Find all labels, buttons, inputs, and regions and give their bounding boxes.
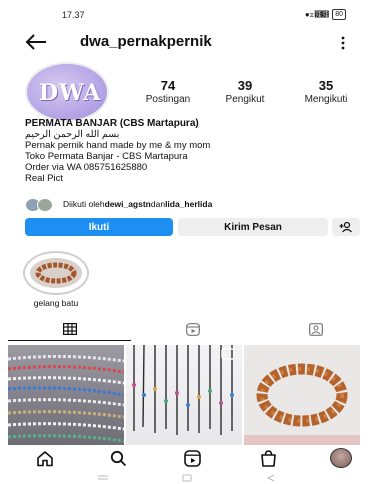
profile-bio: PERMATA BANJAR (CBS Martapura) بسم الله …: [25, 118, 355, 184]
add-user-icon: [339, 221, 352, 233]
profile-avatar-icon: [330, 448, 352, 468]
stat-followers[interactable]: 39 Pengikut: [210, 78, 280, 105]
nav-search[interactable]: [104, 446, 132, 470]
profile-header: dwa_pernakpernik: [0, 30, 370, 56]
tab-tagged[interactable]: [254, 318, 370, 340]
message-button[interactable]: Kirim Pesan: [178, 218, 328, 236]
post-thumbnail[interactable]: [8, 345, 124, 445]
highlight-cover: [23, 251, 89, 295]
signal-icons: ● ⧖ ๻๻: [304, 10, 329, 19]
more-vertical-icon[interactable]: [340, 35, 346, 51]
recent-apps-icon[interactable]: [96, 474, 110, 482]
arrow-left-icon[interactable]: [24, 31, 48, 53]
followed-by-conj: dan: [150, 199, 166, 209]
story-highlight[interactable]: gelang batu: [22, 251, 90, 308]
tab-posts-grid[interactable]: [8, 318, 131, 341]
system-navigation: [0, 472, 370, 484]
bracelet-image: [35, 262, 77, 284]
followed-by[interactable]: Diikuti oleh dewi_agstn dan lida_herlida: [25, 197, 213, 212]
nav-shop[interactable]: [254, 446, 282, 470]
stat-followers-label: Pengikut: [225, 94, 265, 105]
reels-icon: [185, 322, 200, 336]
followed-by-user: dewi_agstn: [104, 199, 151, 209]
home-system-icon[interactable]: [180, 474, 194, 482]
battery-icon: 80: [332, 9, 346, 20]
highlight-image: [30, 258, 82, 288]
post-thumbnail[interactable]: [126, 345, 242, 445]
profile-avatar[interactable]: DWA: [25, 62, 109, 122]
highlight-label: gelang batu: [33, 298, 79, 308]
followed-by-user: lida_herlida: [165, 199, 213, 209]
reels-icon: [183, 449, 201, 467]
status-time: 17.37: [62, 10, 85, 20]
stat-posts[interactable]: 74 Postingan: [132, 78, 204, 105]
stat-posts-label: Postingan: [145, 94, 191, 105]
follower-avatars: [25, 198, 57, 212]
profile-tabs: [0, 318, 370, 341]
stat-posts-value: 74: [160, 78, 176, 93]
bio-line: Real Pict: [25, 173, 64, 184]
profile-username: dwa_pernakpernik: [80, 33, 212, 50]
bio-line: Order via WA 085751625880: [25, 162, 148, 173]
stat-following-label: Mengikuti: [304, 94, 348, 105]
nav-profile[interactable]: [327, 446, 355, 470]
post-image: [8, 354, 124, 443]
bio-line: Pernak pernik hand made by me & my mom: [25, 140, 211, 151]
bio-line: Toko Permata Banjar - CBS Martapura: [25, 151, 188, 162]
nav-reels[interactable]: [178, 446, 206, 470]
post-image: [132, 345, 235, 435]
bottom-navigation: [0, 446, 370, 470]
shop-icon: [260, 449, 276, 467]
stat-following-value: 35: [318, 78, 334, 93]
follow-button[interactable]: Ikuti: [25, 218, 173, 236]
bio-line: بسم الله الرحمن الرحيم: [25, 129, 120, 140]
search-icon: [110, 450, 126, 466]
bio-name: PERMATA BANJAR (CBS Martapura): [25, 118, 199, 129]
posts-grid: [8, 345, 360, 445]
avatar-logo-text: DWA: [39, 80, 102, 106]
tagged-icon: [308, 322, 323, 336]
status-bar: 17.37 ● ⧖ ๻๻ 80: [0, 0, 370, 30]
home-icon: [37, 450, 53, 466]
post-thumbnail[interactable]: [244, 345, 360, 445]
grid-icon: [62, 323, 77, 335]
stat-following[interactable]: 35 Mengikuti: [290, 78, 362, 105]
tab-reels[interactable]: [131, 318, 254, 340]
stat-followers-value: 39: [237, 78, 253, 93]
status-icons: ● ⧖ ๻๻ 80: [305, 9, 346, 20]
nav-home[interactable]: [31, 446, 59, 470]
post-image: [244, 363, 360, 445]
suggest-user-button[interactable]: [332, 218, 360, 236]
follower-avatar: [37, 198, 53, 212]
followed-by-prefix: Diikuti oleh: [63, 199, 105, 209]
back-system-icon[interactable]: [264, 474, 278, 482]
